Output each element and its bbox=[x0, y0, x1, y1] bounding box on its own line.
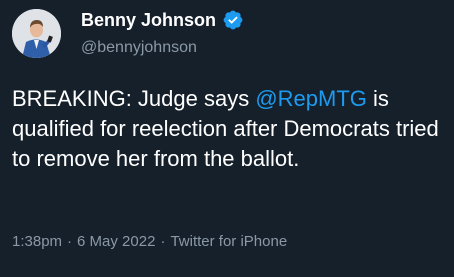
mention-link[interactable]: @RepMTG bbox=[255, 86, 367, 111]
meta-separator-2: · bbox=[160, 233, 166, 250]
meta-separator: · bbox=[67, 233, 73, 250]
name-row: Benny Johnson bbox=[81, 8, 244, 32]
author-handle[interactable]: @bennyjohnson bbox=[81, 38, 244, 58]
tweet-date[interactable]: 6 May 2022 bbox=[77, 233, 155, 250]
avatar[interactable] bbox=[12, 8, 61, 58]
tweet-meta: 1:38pm · 6 May 2022 · Twitter for iPhone bbox=[12, 233, 287, 250]
verified-badge-icon bbox=[222, 9, 244, 31]
author-display-name[interactable]: Benny Johnson bbox=[81, 10, 216, 31]
tweet-card: Benny Johnson @bennyjohnson BREAKING: Ju… bbox=[0, 0, 454, 277]
author-names: Benny Johnson @bennyjohnson bbox=[81, 8, 244, 58]
tweet-header: Benny Johnson @bennyjohnson bbox=[12, 8, 244, 58]
tweet-source[interactable]: Twitter for iPhone bbox=[170, 233, 287, 250]
tweet-time[interactable]: 1:38pm bbox=[12, 233, 62, 250]
avatar-image bbox=[12, 8, 61, 58]
tweet-text: BREAKING: Judge says @RepMTG is qualifie… bbox=[12, 84, 444, 174]
tweet-text-before: BREAKING: Judge says bbox=[12, 86, 256, 111]
